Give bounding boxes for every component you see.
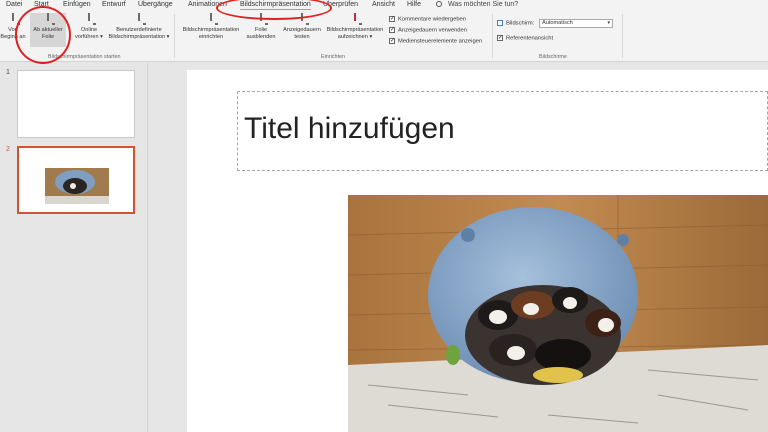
chevron-down-icon: ▾ bbox=[607, 20, 610, 26]
presenter-view-label: Referentenansicht bbox=[506, 35, 554, 42]
tab-uebergaenge[interactable]: Übergänge bbox=[138, 1, 173, 8]
checkbox-checked-icon: ✓ bbox=[389, 38, 396, 44]
monitor-dropdown-value: Automatisch bbox=[542, 20, 573, 26]
slide-photo[interactable] bbox=[348, 195, 768, 432]
group-separator bbox=[492, 14, 493, 58]
custom-slideshow-label-1: Benutzerdefinierte bbox=[116, 27, 162, 33]
checkbox-checked-icon: ✓ bbox=[389, 16, 396, 22]
slide-editing-area: Titel hinzufügen bbox=[149, 63, 768, 432]
checkbox-checked-icon: ✓ bbox=[497, 35, 504, 41]
group-label-monitors: Bildschirme bbox=[539, 54, 567, 60]
group-label-setup: Einrichten bbox=[321, 54, 345, 60]
search-placeholder: Was möchten Sie tun? bbox=[448, 1, 519, 8]
ribbon: Von Beginn an Ab aktueller Folie Online … bbox=[0, 11, 768, 62]
slide-thumbnail-pane: 1 2 bbox=[0, 63, 148, 432]
tab-entwurf[interactable]: Entwurf bbox=[102, 1, 126, 8]
rehearse-label-1: Anzeigedauern bbox=[283, 27, 321, 33]
setup-label-1: Bildschirmpräsentation bbox=[182, 27, 240, 33]
presenter-view-checkbox[interactable]: ✓ Referentenansicht bbox=[497, 35, 553, 42]
record-label-1: Bildschirmpräsentation bbox=[326, 27, 384, 33]
search-box[interactable]: Was möchten Sie tun? bbox=[436, 0, 518, 8]
tab-hilfe[interactable]: Hilfe bbox=[407, 1, 421, 8]
screen-label: Bildschirm: bbox=[506, 20, 535, 27]
use-timings-checkbox[interactable]: ✓ Anzeigedauern verwenden bbox=[389, 27, 467, 34]
annotation-ellipse-button bbox=[15, 6, 71, 64]
hide-slide-label-1: Folie bbox=[254, 27, 268, 33]
custom-slideshow-icon bbox=[132, 13, 146, 25]
custom-slideshow-button[interactable]: Benutzerdefinierte Bildschirmpräsentatio… bbox=[106, 13, 172, 41]
checkbox-checked-icon: ✓ bbox=[389, 27, 396, 33]
custom-slideshow-label-2: Bildschirmpräsentation bbox=[108, 34, 166, 40]
use-timings-label: Anzeigedauern verwenden bbox=[398, 27, 467, 34]
show-media-controls-label: Mediensteuerelemente anzeigen bbox=[398, 38, 483, 45]
monitor-dropdown[interactable]: Automatisch ▾ bbox=[539, 19, 613, 28]
slide-number: 1 bbox=[6, 69, 10, 76]
play-comments-label: Kommentare wiedergeben bbox=[398, 16, 466, 23]
present-online-button[interactable]: Online vorführen ▾ bbox=[72, 13, 106, 41]
title-placeholder-text: Titel hinzufügen bbox=[244, 112, 455, 145]
play-comments-checkbox[interactable]: ✓ Kommentare wiedergeben bbox=[389, 16, 466, 23]
show-media-controls-checkbox[interactable]: ✓ Mediensteuerelemente anzeigen bbox=[389, 38, 482, 45]
present-online-icon bbox=[82, 13, 96, 25]
record-label-2: aufzeichnen bbox=[337, 34, 368, 40]
thumbnail-photo bbox=[45, 168, 109, 204]
setup-slideshow-icon bbox=[204, 13, 218, 25]
slide-canvas[interactable]: Titel hinzufügen bbox=[187, 70, 768, 432]
search-icon bbox=[436, 1, 442, 7]
title-placeholder[interactable]: Titel hinzufügen bbox=[237, 91, 768, 171]
monitor-icon bbox=[497, 20, 503, 26]
slide-thumbnail-2[interactable] bbox=[17, 146, 135, 214]
group-separator bbox=[174, 14, 175, 58]
slide-number: 2 bbox=[6, 146, 10, 153]
tab-einfuegen[interactable]: Einfügen bbox=[63, 1, 91, 8]
menu-bar: Datei Start Einfügen Entwurf Übergänge A… bbox=[0, 0, 768, 11]
record-icon bbox=[348, 13, 362, 25]
record-slideshow-button[interactable]: Bildschirmpräsentation aufzeichnen ▾ bbox=[322, 13, 388, 41]
tab-ansicht[interactable]: Ansicht bbox=[372, 1, 395, 8]
slide-thumbnail-1[interactable] bbox=[17, 70, 135, 138]
present-online-label-2: vorführen bbox=[74, 34, 99, 40]
monitor-label: Bildschirm: bbox=[497, 20, 534, 27]
setup-label-2: einrichten bbox=[198, 34, 224, 40]
group-separator bbox=[622, 14, 623, 58]
setup-slideshow-button[interactable]: Bildschirmpräsentation einrichten bbox=[178, 13, 244, 41]
tab-datei[interactable]: Datei bbox=[6, 1, 22, 8]
rehearse-label-2: testen bbox=[294, 34, 310, 40]
present-online-label-1: Online bbox=[80, 27, 98, 33]
hide-slide-label-2: ausblenden bbox=[246, 34, 276, 40]
